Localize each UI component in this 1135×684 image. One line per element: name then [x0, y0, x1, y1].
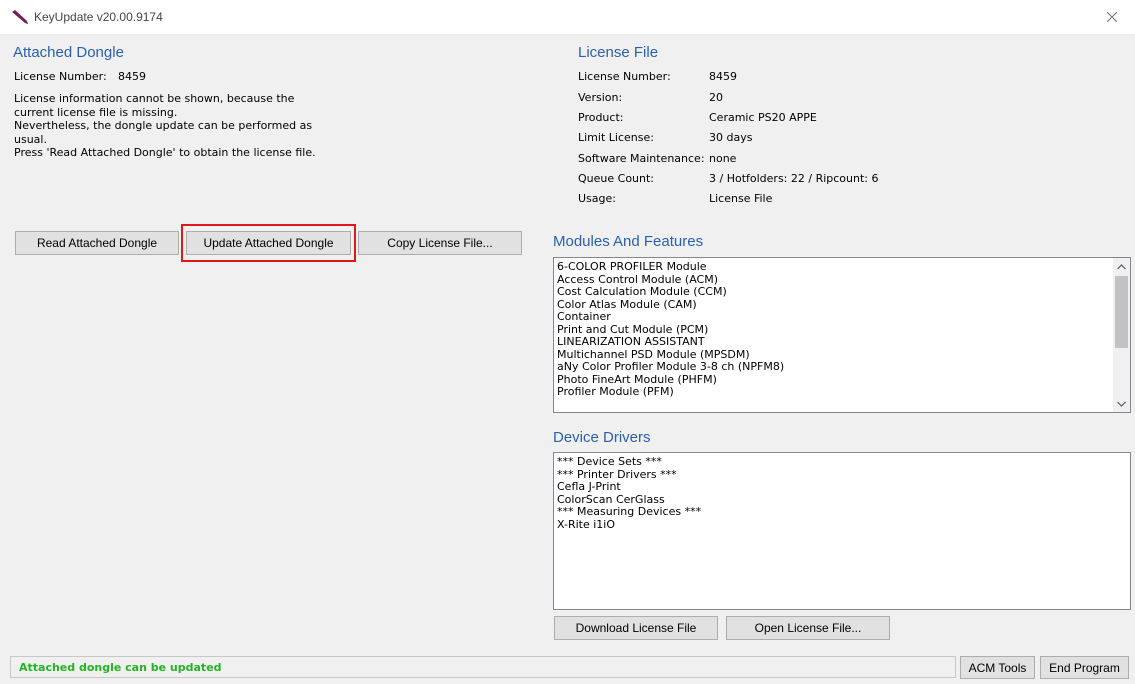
scroll-thumb[interactable] [1115, 276, 1128, 348]
download-license-file-button[interactable]: Download License File [554, 616, 718, 640]
device-drivers-list[interactable]: *** Device Sets *** *** Printer Drivers … [553, 452, 1131, 610]
attached-dongle-heading: Attached Dongle [13, 44, 124, 61]
message-line: Nevertheless, the dongle update can be p… [14, 119, 313, 132]
usage-value: License File [709, 192, 773, 205]
modules-scrollbar[interactable] [1113, 258, 1130, 412]
close-button[interactable] [1089, 0, 1135, 34]
close-icon [1107, 12, 1117, 22]
chevron-up-icon [1117, 263, 1126, 269]
update-attached-dongle-button[interactable]: Update Attached Dongle [186, 231, 351, 255]
list-item[interactable]: 6-COLOR PROFILER Module [557, 260, 1110, 274]
message-line: Press 'Read Attached Dongle' to obtain t… [14, 146, 316, 159]
end-program-button[interactable]: End Program [1040, 656, 1129, 679]
limit-license-label: Limit License: [578, 131, 654, 144]
acm-tools-button[interactable]: ACM Tools [960, 656, 1035, 679]
license-number-value: 8459 [709, 70, 737, 83]
scroll-down-button[interactable] [1113, 395, 1130, 412]
window-title: KeyUpdate v20.00.9174 [34, 10, 163, 24]
list-item[interactable]: Cost Calculation Module (CCM) [557, 285, 1110, 299]
title-bar: KeyUpdate v20.00.9174 [0, 0, 1135, 34]
software-maintenance-label: Software Maintenance: [578, 152, 705, 165]
message-line: current license file is missing. [14, 105, 178, 119]
status-message: Attached dongle can be updated [19, 661, 222, 674]
chevron-down-icon [1117, 401, 1126, 407]
list-item[interactable]: aNy Color Profiler Module 3-8 ch (NPFM8) [557, 360, 1110, 374]
list-item[interactable]: *** Printer Drivers *** [557, 468, 1110, 482]
software-maintenance-value: none [709, 152, 737, 165]
copy-license-file-button[interactable]: Copy License File... [358, 231, 522, 255]
list-item[interactable]: *** Device Sets *** [557, 455, 1110, 469]
queue-count-label: Queue Count: [578, 172, 655, 185]
limit-license-value: 30 days [709, 131, 753, 144]
list-item[interactable]: Container [557, 310, 1110, 324]
list-item[interactable]: X-Rite i1iO [557, 518, 1110, 532]
modules-list[interactable]: 6-COLOR PROFILER Module Access Control M… [553, 257, 1131, 413]
license-file-heading: License File [578, 44, 659, 61]
list-item[interactable]: Cefla J-Print [557, 480, 1110, 494]
modules-heading: Modules And Features [553, 233, 704, 250]
queue-count-value: 3 / Hotfolders: 22 / Ripcount: 6 [709, 172, 879, 185]
product-value: Ceramic PS20 APPE [709, 111, 817, 124]
message-line: License information cannot be shown, bec… [14, 92, 295, 105]
license-number-label: License Number: [578, 70, 671, 83]
version-value: 20 [709, 91, 723, 104]
dongle-license-number-value: 8459 [118, 70, 146, 83]
scroll-up-button[interactable] [1113, 258, 1130, 275]
device-drivers-heading: Device Drivers [553, 429, 651, 446]
usage-label: Usage: [578, 192, 616, 205]
open-license-file-button[interactable]: Open License File... [726, 616, 890, 640]
product-label: Product: [578, 111, 624, 124]
list-item[interactable]: *** Measuring Devices *** [557, 505, 1110, 519]
version-label: Version: [578, 91, 623, 104]
dongle-info-message: License information cannot be shown, bec… [14, 92, 344, 160]
list-item[interactable]: LINEARIZATION ASSISTANT [557, 335, 1110, 349]
message-line: usual. [14, 132, 47, 146]
read-attached-dongle-button[interactable]: Read Attached Dongle [15, 231, 179, 255]
list-item[interactable]: Color Atlas Module (CAM) [557, 298, 1110, 312]
app-pen-icon [12, 10, 28, 24]
status-bar: Attached dongle can be updated [10, 656, 956, 678]
list-item[interactable]: Profiler Module (PFM) [557, 385, 1110, 399]
dongle-license-number-label: License Number: [14, 70, 107, 83]
